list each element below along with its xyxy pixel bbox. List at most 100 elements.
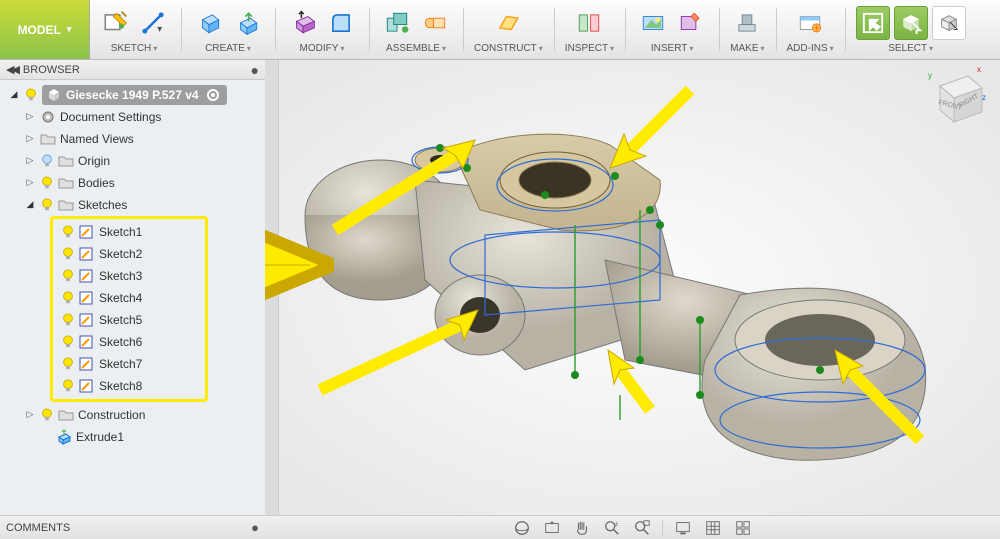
sketch-icon xyxy=(79,378,95,394)
select-body-icon[interactable] xyxy=(894,6,928,40)
viewcube[interactable]: FRONT RIGHT x y z xyxy=(920,64,990,134)
bulb-icon[interactable] xyxy=(61,291,75,305)
browser-collapse-icon[interactable]: ◀◀ xyxy=(6,63,17,76)
insert-attach-icon[interactable] xyxy=(674,6,708,40)
assemble-group-label[interactable]: ASSEMBLE xyxy=(386,43,446,54)
folder-icon xyxy=(58,175,74,191)
doc-root-node[interactable]: Giesecke 1949 P.527 v4 xyxy=(2,84,263,106)
node-sketch[interactable]: Sketch8 xyxy=(55,375,201,397)
create-group-label[interactable]: CREATE xyxy=(205,43,251,54)
construct-group-label[interactable]: CONSTRUCT xyxy=(474,43,543,54)
node-bodies[interactable]: Bodies xyxy=(2,172,263,194)
expand-icon[interactable] xyxy=(24,110,36,122)
node-sketch[interactable]: Sketch5 xyxy=(55,309,201,331)
expand-icon[interactable] xyxy=(24,198,36,210)
node-sketch[interactable]: Sketch2 xyxy=(55,243,201,265)
node-sketch[interactable]: Sketch6 xyxy=(55,331,201,353)
bulb-icon[interactable] xyxy=(61,335,75,349)
node-label: Sketch6 xyxy=(99,335,142,349)
node-label: Sketches xyxy=(78,198,127,212)
node-label: Extrude1 xyxy=(76,430,124,444)
display-settings-icon[interactable] xyxy=(671,518,695,538)
assemble-joint-icon[interactable] xyxy=(418,6,452,40)
look-at-icon[interactable] xyxy=(540,518,564,538)
bulb-icon[interactable] xyxy=(40,408,54,422)
insert-group-label[interactable]: INSERT xyxy=(651,43,694,54)
folder-icon xyxy=(58,153,74,169)
modify-fillet-icon[interactable] xyxy=(324,6,358,40)
inspect-group-label[interactable]: INSPECT xyxy=(565,43,614,54)
bulb-icon[interactable] xyxy=(40,176,54,190)
node-sketch[interactable]: Sketch4 xyxy=(55,287,201,309)
create-box-icon[interactable] xyxy=(192,6,226,40)
node-label: Bodies xyxy=(78,176,115,190)
bulb-icon[interactable] xyxy=(61,357,75,371)
node-label: Sketch2 xyxy=(99,247,142,261)
expand-icon[interactable] xyxy=(24,408,36,420)
modify-pressPull-icon[interactable] xyxy=(286,6,320,40)
sketch-icon xyxy=(79,312,95,328)
node-sketch[interactable]: Sketch1 xyxy=(55,221,201,243)
node-named-views[interactable]: Named Views xyxy=(2,128,263,150)
browser-options-icon[interactable]: ● xyxy=(251,62,259,78)
node-origin[interactable]: Origin xyxy=(2,150,263,172)
node-doc-settings[interactable]: Document Settings xyxy=(2,106,263,128)
comments-options-icon[interactable]: ● xyxy=(251,520,259,535)
addins-scripts-icon[interactable] xyxy=(793,6,827,40)
node-label: Document Settings xyxy=(60,110,161,124)
mode-button[interactable]: MODEL xyxy=(0,0,90,59)
svg-text:▾: ▾ xyxy=(157,24,162,35)
svg-text:x: x xyxy=(977,65,981,74)
node-extrude[interactable]: Extrude1 xyxy=(2,426,263,448)
insert-decal-icon[interactable] xyxy=(636,6,670,40)
viewport-layout-icon[interactable] xyxy=(731,518,755,538)
gear-icon xyxy=(40,109,56,125)
sketch-line-icon[interactable]: ▾ xyxy=(136,6,170,40)
modify-group-label[interactable]: MODIFY xyxy=(300,43,345,54)
zoom-icon[interactable]: ± xyxy=(600,518,624,538)
expand-icon[interactable] xyxy=(8,88,20,100)
bulb-icon[interactable] xyxy=(24,88,38,102)
node-sketch[interactable]: Sketch3 xyxy=(55,265,201,287)
bulb-icon[interactable] xyxy=(40,154,54,168)
expand-icon[interactable] xyxy=(24,154,36,166)
bulb-icon[interactable] xyxy=(61,379,75,393)
expand-icon[interactable] xyxy=(24,176,36,188)
select-freeform-icon[interactable] xyxy=(932,6,966,40)
addins-group-label[interactable]: ADD-INS xyxy=(787,43,834,54)
active-target-icon[interactable] xyxy=(207,89,219,101)
component-icon xyxy=(46,87,62,103)
construct-plane-icon[interactable] xyxy=(491,6,525,40)
annotation-box: Sketch1 Sketch2 Sketch3 Sketch4 Sketch5 … xyxy=(50,216,208,402)
bulb-icon[interactable] xyxy=(61,247,75,261)
svg-text:y: y xyxy=(928,71,932,80)
make-3dprint-icon[interactable] xyxy=(730,6,764,40)
select-window-icon[interactable] xyxy=(856,6,890,40)
bulb-icon[interactable] xyxy=(61,313,75,327)
grid-settings-icon[interactable] xyxy=(701,518,725,538)
sketch-create-icon[interactable] xyxy=(98,6,132,40)
bulb-icon[interactable] xyxy=(61,225,75,239)
orbit-icon[interactable] xyxy=(510,518,534,538)
bulb-icon[interactable] xyxy=(61,269,75,283)
3d-viewport[interactable]: FRONT RIGHT x y z xyxy=(265,60,1000,515)
folder-icon xyxy=(40,131,56,147)
node-label: Sketch1 xyxy=(99,225,142,239)
inspect-measure-icon[interactable] xyxy=(572,6,606,40)
sketch-group-label[interactable]: SKETCH xyxy=(111,43,158,54)
select-group-label[interactable]: SELECT xyxy=(888,43,933,54)
make-group-label[interactable]: MAKE xyxy=(730,43,764,54)
node-construction[interactable]: Construction xyxy=(2,404,263,426)
node-sketch[interactable]: Sketch7 xyxy=(55,353,201,375)
assemble-component-icon[interactable] xyxy=(380,6,414,40)
create-extrude-icon[interactable] xyxy=(230,6,264,40)
comments-label: COMMENTS xyxy=(6,522,70,534)
bulb-icon[interactable] xyxy=(40,198,54,212)
fit-icon[interactable] xyxy=(630,518,654,538)
comments-panel-header[interactable]: COMMENTS ● xyxy=(0,520,265,535)
folder-icon xyxy=(58,407,74,423)
node-sketches[interactable]: Sketches xyxy=(2,194,263,216)
pan-icon[interactable] xyxy=(570,518,594,538)
expand-icon[interactable] xyxy=(24,132,36,144)
svg-text:z: z xyxy=(982,93,986,102)
